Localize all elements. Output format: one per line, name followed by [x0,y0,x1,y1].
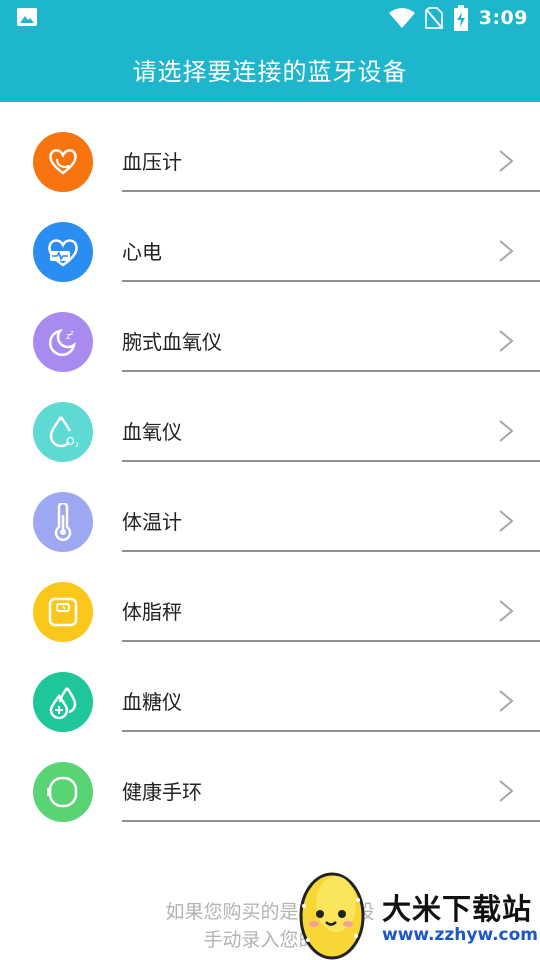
device-item-wrist-oximeter[interactable]: z z 腕式血氧仪 [0,282,540,372]
svg-text:2: 2 [75,442,79,449]
thermometer-icon [33,492,93,552]
scale-icon [33,582,93,642]
chevron-right-icon [499,420,514,442]
app-header: 请选择要连接的蓝牙设备 [0,36,540,102]
chevron-right-icon [499,240,514,262]
status-bar: 3:09 [0,0,540,36]
chevron-right-icon [499,690,514,712]
device-label: 腕式血氧仪 [122,330,222,354]
divider [122,820,540,822]
blood-pressure-icon [33,132,93,192]
chevron-right-icon [499,780,514,802]
page-title: 请选择要连接的蓝牙设备 [132,57,408,86]
chevron-right-icon [499,600,514,622]
wrist-oximeter-icon: z z [33,312,93,372]
image-icon [17,8,37,26]
device-item-blood-pressure[interactable]: 血压计 [0,102,540,192]
battery-charging-icon [453,5,468,31]
watermark-url: www.zzhyw.com [382,925,539,945]
chevron-right-icon [499,330,514,352]
ecg-heart-icon [33,222,93,282]
device-item-ecg[interactable]: 心电 [0,192,540,282]
watermark-title: 大米下载站 [382,892,533,926]
device-list: 血压计 心电 z z 腕式血氧仪 O 2 血氧仪 体温计 体脂秤 血糖仪 健康手… [0,102,540,822]
glucose-drop-icon [33,672,93,732]
svg-text:O: O [66,435,75,448]
clock-time: 3:09 [478,7,528,29]
device-label: 健康手环 [122,780,202,804]
svg-text:z: z [70,329,74,337]
chevron-right-icon [499,150,514,172]
device-item-body-fat-scale[interactable]: 体脂秤 [0,552,540,642]
device-label: 血糖仪 [122,690,182,714]
device-label: 体温计 [122,510,182,534]
wifi-icon [388,8,415,28]
no-sim-icon [424,7,443,29]
device-label: 体脂秤 [122,600,182,624]
watermark: 大米下载站 www.zzhyw.com [296,866,540,960]
device-label: 血压计 [122,150,182,174]
device-item-oximeter[interactable]: O 2 血氧仪 [0,372,540,462]
device-item-thermometer[interactable]: 体温计 [0,462,540,552]
chevron-right-icon [499,510,514,532]
device-item-wristband[interactable]: 健康手环 [0,732,540,822]
device-label: 血氧仪 [122,420,182,444]
device-item-glucose-meter[interactable]: 血糖仪 [0,642,540,732]
wristband-icon [33,762,93,822]
oxygen-drop-icon: O 2 [33,402,93,462]
egg-mascot-icon [299,872,365,960]
device-label: 心电 [122,240,162,264]
